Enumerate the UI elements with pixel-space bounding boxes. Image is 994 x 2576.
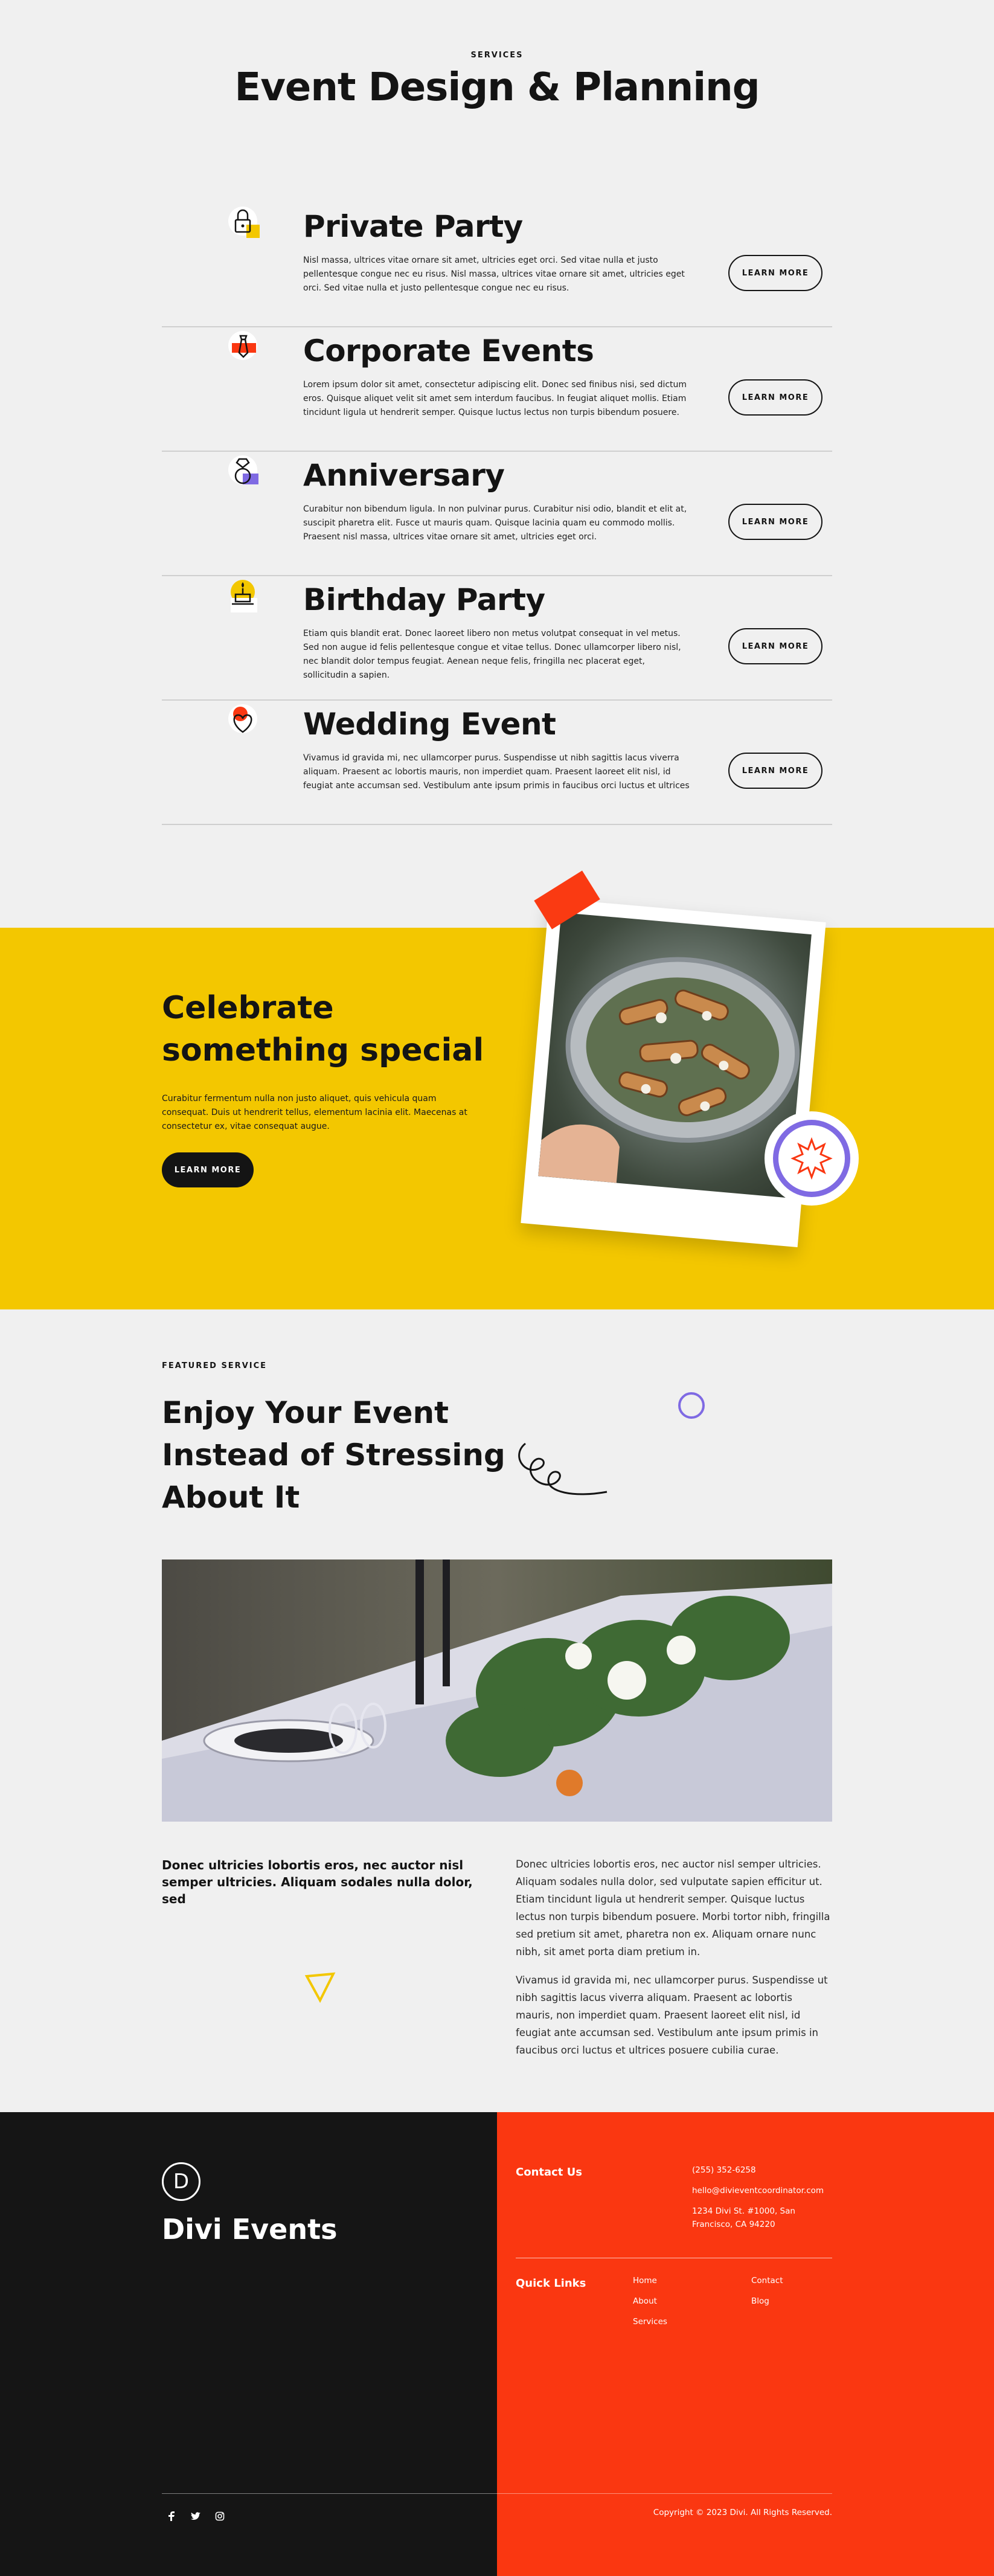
starburst-badge-icon: [765, 1111, 859, 1206]
food-photo-polaroid: [521, 898, 826, 1248]
celebrate-title: Celebrate something special: [162, 990, 484, 1068]
footer-link-blog[interactable]: Blog: [751, 2296, 769, 2306]
contact-heading: Contact Us: [516, 2166, 583, 2179]
ring-icon: [225, 452, 267, 494]
featured-paragraph-2: Vivamus id gravida mi, nec ullamcorper p…: [516, 1974, 828, 2056]
service-row-anniversary: Anniversary Curabitur non bibendum ligul…: [162, 452, 832, 576]
celebrate-learn-more-button[interactable]: LEARN MORE: [162, 1152, 254, 1187]
service-row-birthday-party: Birthday Party Etiam quis blandit erat. …: [162, 576, 832, 701]
heart-icon: [225, 701, 267, 743]
service-description: Nisl massa, ultrices vitae ornare sit am…: [303, 255, 685, 293]
circle-outline-icon: [678, 1392, 705, 1419]
divi-logo-icon[interactable]: D: [162, 2162, 200, 2201]
footer-link-contact[interactable]: Contact: [751, 2276, 783, 2285]
cake-icon: [225, 576, 267, 618]
services-eyebrow: SERVICES: [470, 51, 524, 60]
page-title: Event Design & Planning: [234, 65, 760, 110]
table-setting-photo: [162, 1559, 832, 1822]
service-description: Vivamus id gravida mi, nec ullamcorper p…: [303, 753, 690, 791]
footer-link-home[interactable]: Home: [633, 2276, 657, 2285]
contact-address: 1234 Divi St. #1000, San Francisco, CA 9…: [692, 2206, 795, 2229]
celebrate-section: Celebrate something special Curabitur fe…: [0, 928, 994, 1309]
learn-more-button[interactable]: LEARN MORE: [728, 628, 822, 664]
service-title: Wedding Event: [303, 707, 556, 742]
quick-links-heading: Quick Links: [516, 2277, 586, 2290]
footer-brand: Divi Events: [162, 2213, 338, 2246]
triangle-outline-icon: [304, 1972, 336, 2003]
featured-eyebrow: FEATURED SERVICE: [162, 1361, 268, 1370]
divider: [162, 824, 832, 825]
learn-more-button[interactable]: LEARN MORE: [728, 753, 822, 789]
featured-paragraph-1: Donec ultricies lobortis eros, nec aucto…: [516, 1858, 830, 1958]
featured-lead-text: Donec ultricies lobortis eros, nec aucto…: [162, 1858, 473, 1906]
service-row-private-party: Private Party Nisl massa, ultrices vitae…: [162, 203, 832, 327]
featured-title: Enjoy Your Event Instead of Stressing Ab…: [162, 1395, 505, 1515]
service-row-corporate-events: Corporate Events Lorem ipsum dolor sit a…: [162, 327, 832, 452]
facebook-icon[interactable]: [165, 2510, 178, 2522]
twitter-icon[interactable]: [190, 2510, 202, 2522]
service-title: Anniversary: [303, 458, 505, 493]
learn-more-button[interactable]: LEARN MORE: [728, 255, 822, 291]
learn-more-button[interactable]: LEARN MORE: [728, 379, 822, 416]
necktie-icon: [225, 327, 267, 370]
footer-link-services[interactable]: Services: [633, 2317, 667, 2327]
squiggle-decoration-icon: [518, 1442, 608, 1495]
service-description: Curabitur non bibendum ligula. In non pu…: [303, 504, 687, 542]
celebrate-description: Curabitur fermentum nulla non justo aliq…: [162, 1094, 467, 1131]
service-title: Private Party: [303, 209, 523, 244]
contact-phone[interactable]: (255) 352-6258: [692, 2163, 756, 2177]
divider: [162, 2493, 832, 2494]
footer-link-about[interactable]: About: [633, 2296, 657, 2306]
service-title: Corporate Events: [303, 333, 594, 368]
lock-icon: [225, 203, 267, 245]
learn-more-button[interactable]: LEARN MORE: [728, 504, 822, 540]
contact-email[interactable]: hello@divieventcoordinator.com: [692, 2184, 824, 2197]
footer-right-panel: [497, 2112, 994, 2576]
service-title: Birthday Party: [303, 582, 545, 617]
service-description: Etiam quis blandit erat. Donec laoreet l…: [303, 629, 681, 680]
service-description: Lorem ipsum dolor sit amet, consectetur …: [303, 380, 687, 417]
instagram-icon[interactable]: [214, 2510, 226, 2522]
service-row-wedding-event: Wedding Event Vivamus id gravida mi, nec…: [162, 701, 832, 825]
copyright-text: Copyright © 2023 Divi. All Rights Reserv…: [653, 2508, 832, 2517]
footer-left-panel: [0, 2112, 497, 2576]
